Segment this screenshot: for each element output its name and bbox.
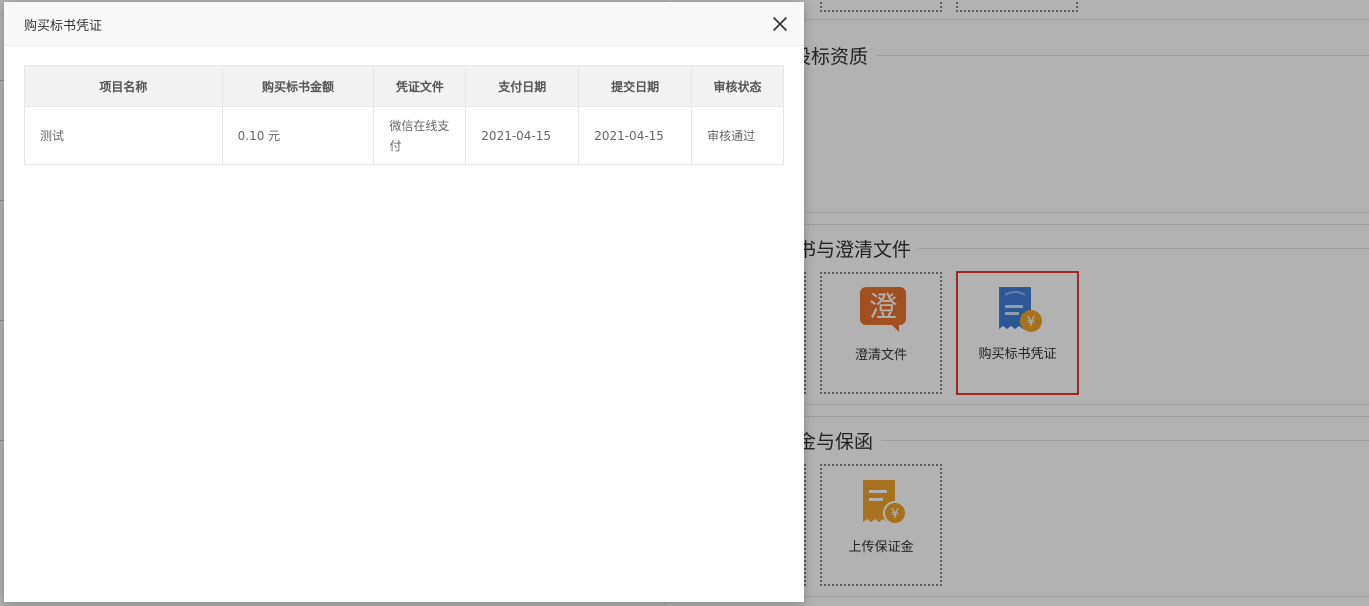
cell-voucher-file[interactable]: 微信在线支付 — [373, 106, 467, 165]
voucher-table: 项目名称 购买标书金额 凭证文件 支付日期 提交日期 审核状态 测试 0.10 … — [24, 65, 784, 165]
table-header-row: 项目名称 购买标书金额 凭证文件 支付日期 提交日期 审核状态 — [24, 65, 784, 107]
dialog-header: 购买标书凭证 — [4, 2, 804, 46]
column-header: 提交日期 — [578, 65, 693, 107]
column-header: 审核状态 — [691, 65, 784, 107]
cell-submit-date: 2021-04-15 — [578, 106, 693, 165]
close-icon — [773, 17, 787, 31]
cell-payment-date: 2021-04-15 — [465, 106, 580, 165]
close-button[interactable] — [770, 14, 790, 34]
column-header: 凭证文件 — [373, 65, 467, 107]
table-row: 测试 0.10 元 微信在线支付 2021-04-15 2021-04-15 审… — [24, 106, 784, 165]
voucher-dialog: 购买标书凭证 项目名称 购买标书金额 凭证文件 支付日期 提交日期 审核状态 测… — [4, 2, 804, 602]
cell-amount: 0.10 元 — [221, 106, 375, 165]
cell-review-status: 审核通过 — [691, 106, 784, 165]
column-header: 购买标书金额 — [221, 65, 375, 107]
column-header: 项目名称 — [24, 65, 223, 107]
cell-project-name: 测试 — [24, 106, 223, 165]
column-header: 支付日期 — [465, 65, 580, 107]
dialog-title: 购买标书凭证 — [24, 19, 103, 34]
